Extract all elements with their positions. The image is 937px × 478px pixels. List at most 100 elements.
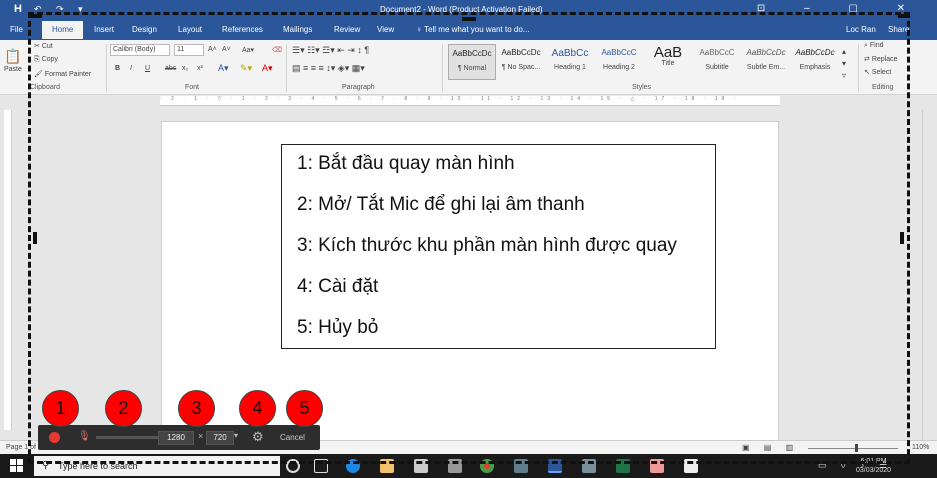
change-case-button[interactable]: Aa▾ xyxy=(242,46,254,54)
window-title: Document2 - Word (Product Activation Fai… xyxy=(380,5,543,14)
share-button[interactable]: Share xyxy=(888,25,909,34)
underline-button[interactable]: U xyxy=(145,65,150,72)
instruction-line: 2: Mở/ Tắt Mic để ghi lại âm thanh xyxy=(297,194,585,215)
bold-button[interactable]: B xyxy=(115,65,120,72)
resize-handle-corner[interactable] xyxy=(30,14,42,18)
file-explorer-icon[interactable] xyxy=(380,459,394,473)
zoom-level[interactable]: 110% xyxy=(912,444,929,451)
instruction-line: 5: Hủy bỏ xyxy=(297,317,379,338)
app-icon[interactable] xyxy=(650,459,664,473)
style-heading-1[interactable]: AaBbCc Heading 1 xyxy=(546,44,594,80)
style-subtitle[interactable]: AaBbCcC Subtitle xyxy=(693,44,741,80)
style-preview: AaBbCcDc xyxy=(795,48,835,57)
zoom-slider-thumb[interactable] xyxy=(855,444,858,452)
lightbulb-icon: ♀ xyxy=(416,25,425,34)
subscript-button[interactable]: x₂ xyxy=(182,65,188,72)
font-size-box[interactable]: 11 xyxy=(174,44,204,56)
app-icon[interactable] xyxy=(514,459,528,473)
style-normal[interactable]: AaBbCcDc ¶ Normal xyxy=(448,44,496,80)
mic-muted-icon[interactable]: 🎙 xyxy=(78,431,91,442)
tab-references[interactable]: References xyxy=(222,25,263,34)
vertical-ruler[interactable] xyxy=(4,110,12,430)
select-button[interactable]: ↖ Select xyxy=(864,68,891,76)
style-heading-2[interactable]: AaBbCcC Heading 2 xyxy=(595,44,643,80)
tab-view[interactable]: View xyxy=(377,25,394,34)
cortana-icon[interactable] xyxy=(286,459,300,473)
style-title[interactable]: AaB Title xyxy=(644,44,692,80)
divider xyxy=(286,44,287,92)
tell-me-search[interactable]: ♀ Tell me what you want to do... xyxy=(416,25,529,34)
paste-button[interactable]: Paste xyxy=(4,66,22,73)
task-view-icon[interactable] xyxy=(314,459,328,473)
strikethrough-button[interactable]: abc xyxy=(165,65,176,72)
capture-height-input[interactable]: 720 xyxy=(206,431,234,445)
italic-button[interactable]: I xyxy=(130,65,132,72)
chevron-down-icon[interactable]: ▾ xyxy=(234,431,238,440)
app-icon[interactable] xyxy=(582,459,596,473)
callout-badge-5: 5 xyxy=(286,390,323,427)
replace-button[interactable]: ⇄ Replace xyxy=(864,55,898,63)
font-color-icon[interactable]: A▾ xyxy=(262,63,273,74)
excel-icon[interactable] xyxy=(616,459,630,473)
styles-scroll-icon[interactable]: ▴ ▾ ▿ xyxy=(842,46,846,82)
shrink-font-button[interactable]: A˅ xyxy=(222,46,231,53)
record-button[interactable] xyxy=(49,432,60,443)
system-clock[interactable]: 6:01 PM 03/03/2020 xyxy=(856,457,891,475)
taskbar-search[interactable]: ⚲ Type here to search xyxy=(34,456,280,476)
text-effects-icon[interactable]: A▾ xyxy=(218,63,229,74)
format-painter-button[interactable]: 🖌 Format Painter xyxy=(34,70,91,78)
window-controls[interactable]: ⊡ – ▢ ✕ xyxy=(757,3,923,14)
find-button[interactable]: ⌕ Find xyxy=(864,42,884,50)
tab-mailings[interactable]: Mailings xyxy=(283,25,312,34)
capture-width-input[interactable]: 1280 xyxy=(158,431,194,445)
resize-handle-left[interactable] xyxy=(33,232,37,244)
edge-icon[interactable] xyxy=(346,459,360,473)
highlight-icon[interactable]: ✎▾ xyxy=(240,63,252,74)
style-name: Heading 1 xyxy=(554,64,586,71)
tab-home[interactable]: Home xyxy=(42,21,84,39)
find-label: Find xyxy=(869,42,884,49)
cancel-button[interactable]: Cancel xyxy=(280,433,305,442)
resize-handle-top[interactable] xyxy=(462,17,476,21)
tab-layout[interactable]: Layout xyxy=(178,25,202,34)
zoom-slider[interactable] xyxy=(808,448,898,449)
style-emphasis[interactable]: AaBbCcDc Emphasis xyxy=(791,44,839,80)
style-preview: AaBbCcC xyxy=(699,48,735,57)
format-painter-label: Format Painter xyxy=(44,71,92,78)
taskbar: ⚲ Type here to search ⌃ ▭ ◊ ♪ ☰ 6:01 PM … xyxy=(0,454,937,478)
quick-access-toolbar[interactable]: ↶ ↷ ▾ xyxy=(34,4,89,15)
store-icon[interactable] xyxy=(414,459,428,473)
vertical-scrollbar[interactable] xyxy=(922,110,934,440)
clear-format-icon[interactable]: ⌫ xyxy=(272,46,282,54)
style-name: Heading 2 xyxy=(603,64,635,71)
word-taskbar-icon[interactable] xyxy=(548,459,562,473)
alignment-icons[interactable]: ▤ ≡ ≡ ≡ ↕▾ ◈▾ ▦▾ xyxy=(292,63,365,74)
grow-font-button[interactable]: A˄ xyxy=(208,46,217,53)
superscript-button[interactable]: x² xyxy=(197,65,203,72)
instruction-line: 4: Cài đặt xyxy=(297,276,379,297)
editing-group-label: Editing xyxy=(872,84,894,91)
horizontal-ruler[interactable]: · 2 · 1 · ▽ · 1 · 2 · 3 · 4 · 5 · 6 · 7 … xyxy=(160,96,780,106)
style-subtle-emphasis[interactable]: AaBbCcDc Subtle Em... xyxy=(742,44,790,80)
bullets-icon[interactable]: ☰▾ ☷▾ ☲▾ ⇤ ⇥ ↕ ¶ xyxy=(292,45,369,56)
tab-file[interactable]: File xyxy=(10,25,23,34)
font-name-box[interactable]: Calibri (Body) xyxy=(110,44,170,56)
app-icon[interactable] xyxy=(448,459,462,473)
resize-handle-right[interactable] xyxy=(900,232,904,244)
search-icon: ⚲ xyxy=(42,460,50,471)
resize-handle-corner[interactable] xyxy=(898,14,910,18)
app-icon[interactable] xyxy=(684,459,698,473)
style-no-spacing[interactable]: AaBbCcDc ¶ No Spac... xyxy=(497,44,545,80)
instructions-textbox[interactable]: 1: Bắt đầu quay màn hình 2: Mở/ Tắt Mic … xyxy=(281,144,716,349)
windows-start-icon[interactable] xyxy=(10,459,24,473)
user-name[interactable]: Loc Ran xyxy=(846,25,876,34)
chrome-icon[interactable] xyxy=(480,459,494,473)
tab-review[interactable]: Review xyxy=(334,25,360,34)
tab-design[interactable]: Design xyxy=(132,25,157,34)
gear-icon[interactable]: ⚙ xyxy=(252,429,264,445)
tab-insert[interactable]: Insert xyxy=(94,25,114,34)
view-mode-icons[interactable]: ▣ ▤ ▥ xyxy=(742,443,799,452)
page-count[interactable]: Page 1 of 1 xyxy=(6,444,42,451)
copy-button[interactable]: ⎘ Copy xyxy=(34,56,58,64)
cut-button[interactable]: ✂ Cut xyxy=(34,42,53,50)
